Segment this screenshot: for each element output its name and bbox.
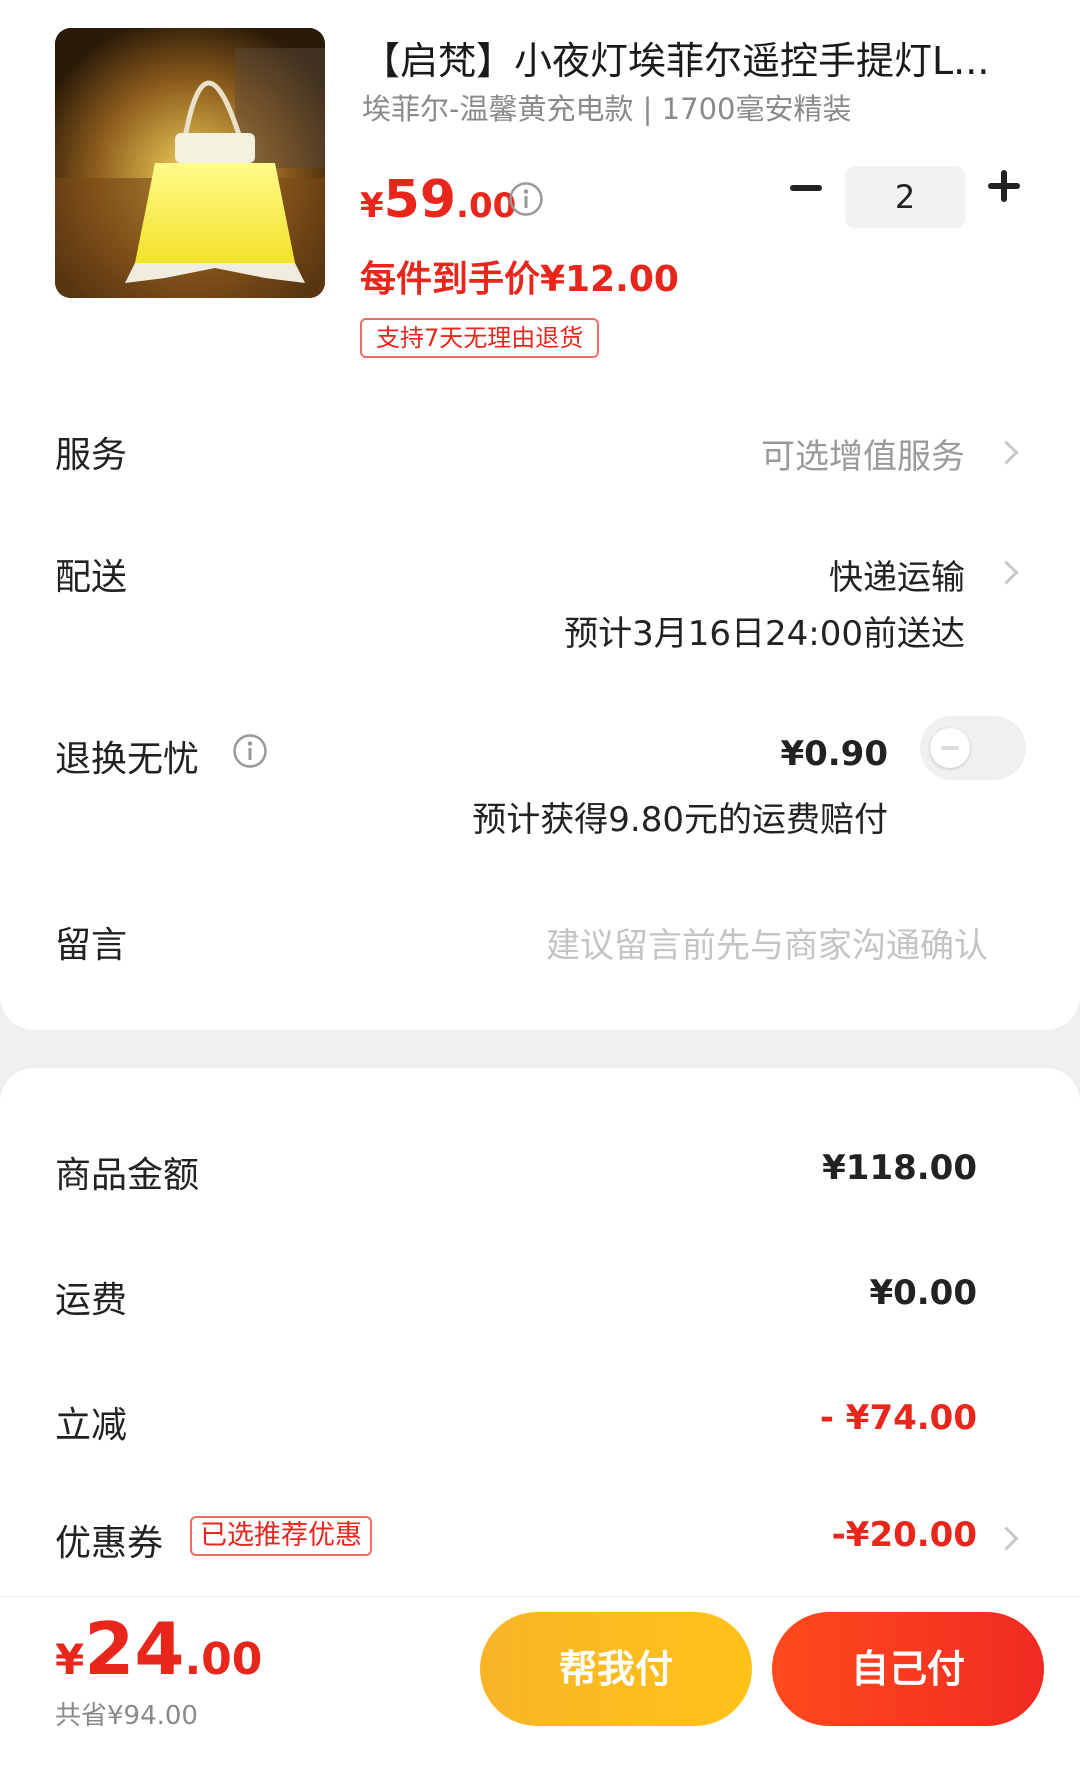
checkout-bar: ¥24.00 共省¥94.00 帮我付 自己付	[0, 1596, 1080, 1732]
total-decimal: .00	[184, 1634, 263, 1685]
total-price: ¥24.00	[55, 1607, 262, 1691]
return-insurance-toggle[interactable]	[920, 716, 1026, 780]
discount-value: - ¥74.00	[819, 1398, 977, 1438]
total-integer: 24	[84, 1607, 185, 1691]
shipping-label: 运费	[55, 1280, 128, 1321]
return-insurance-price: ¥0.90	[780, 734, 888, 774]
toggle-knob	[930, 728, 970, 768]
return-policy-tag: 支持7天无理由退货	[360, 318, 600, 358]
product-price: ¥59.00	[360, 170, 516, 230]
per-item-price: 每件到手价¥12.00	[360, 259, 679, 300]
delivery-label: 配送	[55, 557, 128, 598]
shipping-value: ¥0.00	[869, 1273, 977, 1313]
coupon-label: 优惠券	[55, 1523, 164, 1564]
product-spec[interactable]: 埃菲尔-温馨黄充电款 | 1700毫安精装	[362, 86, 851, 128]
service-value[interactable]: 可选增值服务	[761, 429, 965, 478]
message-input[interactable]: 建议留言前先与商家沟通确认	[546, 918, 988, 967]
delivery-chevron-icon[interactable]	[994, 560, 1019, 585]
price-symbol: ¥	[360, 186, 384, 226]
delivery-eta: 预计3月16日24:00前送达	[564, 614, 965, 654]
discount-label: 立减	[55, 1405, 128, 1446]
return-insurance-note: 预计获得9.80元的运费赔付	[472, 800, 888, 840]
price-integer: 59	[383, 170, 457, 230]
saved-amount: 共省¥94.00	[55, 1701, 198, 1731]
quantity-decrease-button[interactable]	[790, 185, 822, 191]
message-label: 留言	[55, 925, 128, 966]
return-insurance-label: 退换无忧	[55, 739, 200, 780]
coupon-value[interactable]: -¥20.00	[832, 1515, 977, 1555]
quantity-increase-button[interactable]	[988, 170, 1020, 202]
total-symbol: ¥	[55, 1635, 85, 1684]
pay-myself-button[interactable]: 自己付	[772, 1612, 1044, 1726]
service-label: 服务	[55, 435, 128, 476]
order-item-card: 【启梵】小夜灯埃菲尔遥控手提灯L... 埃菲尔-温馨黄充电款 | 1700毫安精…	[0, 0, 1080, 1030]
quantity-input[interactable]: 2	[845, 166, 965, 228]
product-image[interactable]	[55, 28, 325, 298]
price-info-icon[interactable]	[508, 181, 544, 217]
goods-amount-value: ¥118.00	[822, 1148, 977, 1188]
delivery-method[interactable]: 快递运输	[829, 550, 965, 599]
help-me-pay-button[interactable]: 帮我付	[480, 1612, 752, 1726]
goods-amount-label: 商品金额	[55, 1155, 200, 1196]
coupon-recommended-tag: 已选推荐优惠	[190, 1516, 372, 1556]
product-title[interactable]: 【启梵】小夜灯埃菲尔遥控手提灯L...	[362, 30, 1042, 85]
service-chevron-icon[interactable]	[994, 440, 1019, 465]
return-insurance-info-icon[interactable]	[232, 733, 268, 769]
